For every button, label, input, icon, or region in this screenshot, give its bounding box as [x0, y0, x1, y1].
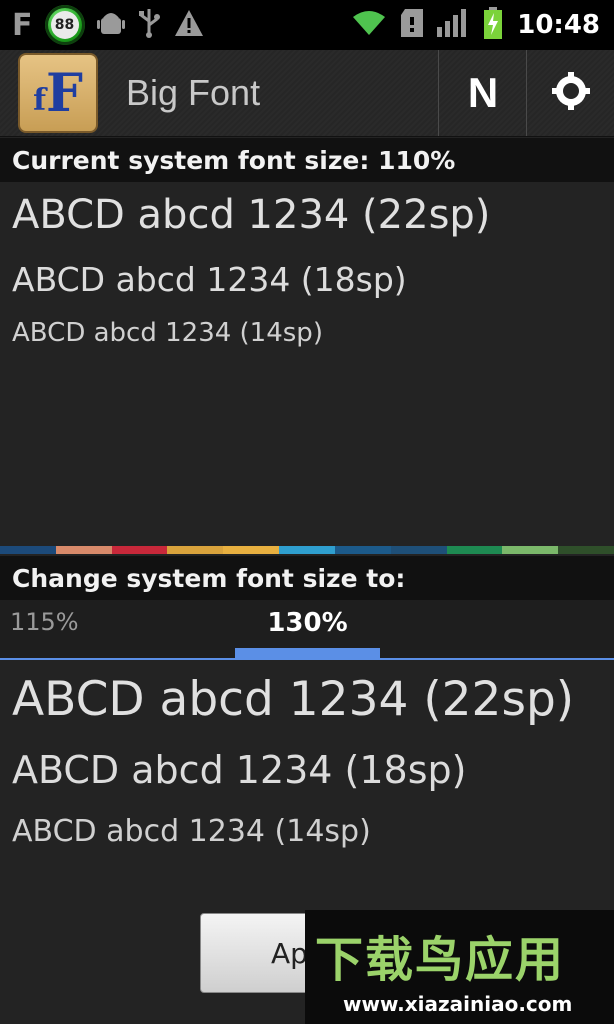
- app-screen: F 88 10:48 f F Big Font N Current system…: [0, 0, 614, 1024]
- color-strip-segment: [111, 546, 168, 554]
- new-sample-18sp: ABCD abcd 1234 (18sp): [12, 748, 467, 792]
- clock: 10:48: [517, 10, 600, 40]
- watermark-title: 下载鸟应用: [315, 932, 566, 988]
- watermark-overlay: 下载鸟应用 www.xiazainiao.com: [305, 910, 614, 1024]
- signal-icon: [437, 9, 469, 41]
- color-strip-segment: [390, 546, 447, 554]
- color-strip-segment: [558, 546, 614, 554]
- new-sample-14sp: ABCD abcd 1234 (14sp): [12, 814, 371, 849]
- color-strip-segment: [502, 546, 559, 554]
- color-strip-segment: [167, 546, 224, 554]
- color-strip-segment: [446, 546, 503, 554]
- app-title: Big Font: [126, 72, 261, 113]
- current-size-header: Current system font size: 110%: [0, 138, 614, 182]
- battery-badge-icon: 88: [44, 5, 85, 45]
- usb-icon: [137, 7, 161, 43]
- status-bar: F 88 10:48: [0, 0, 614, 50]
- color-strip-segment: [55, 546, 112, 554]
- battery-charging-icon: [483, 7, 503, 43]
- color-strip-segment: [334, 546, 391, 554]
- gear-icon: [552, 72, 590, 114]
- badge-number: 88: [50, 11, 79, 39]
- android-debug-icon: [96, 8, 125, 42]
- current-sample-18sp: ABCD abcd 1234 (18sp): [12, 260, 407, 299]
- color-strip-segment: [0, 546, 56, 554]
- sdcard-icon: [401, 9, 424, 41]
- current-sample-14sp: ABCD abcd 1234 (14sp): [12, 318, 323, 348]
- warning-icon: [173, 8, 205, 42]
- app-logo-big-letter: F: [45, 62, 83, 124]
- picker-option-left[interactable]: 115%: [10, 608, 79, 636]
- settings-button[interactable]: [526, 50, 614, 136]
- current-sample-22sp: ABCD abcd 1234 (22sp): [12, 192, 491, 238]
- app-logo-small-letter: f: [33, 82, 46, 118]
- watermark-url: www.xiazainiao.com: [343, 992, 573, 1016]
- status-left: F 88: [0, 5, 205, 45]
- wifi-icon: [351, 9, 387, 41]
- status-right: 10:48: [351, 7, 614, 43]
- color-strip-divider: [0, 546, 614, 554]
- picker-option-selected[interactable]: 130%: [235, 608, 380, 638]
- app-notification-icon: F: [12, 7, 33, 43]
- action-bar: f F Big Font N: [0, 50, 614, 137]
- n-button[interactable]: N: [438, 50, 527, 136]
- color-strip-segment: [279, 546, 335, 554]
- app-logo-icon[interactable]: f F: [18, 53, 98, 133]
- color-strip-segment: [223, 546, 280, 554]
- change-size-header: Change system font size to:: [0, 556, 614, 600]
- picker-selected-indicator: [235, 648, 380, 660]
- new-sample-22sp: ABCD abcd 1234 (22sp): [12, 672, 575, 727]
